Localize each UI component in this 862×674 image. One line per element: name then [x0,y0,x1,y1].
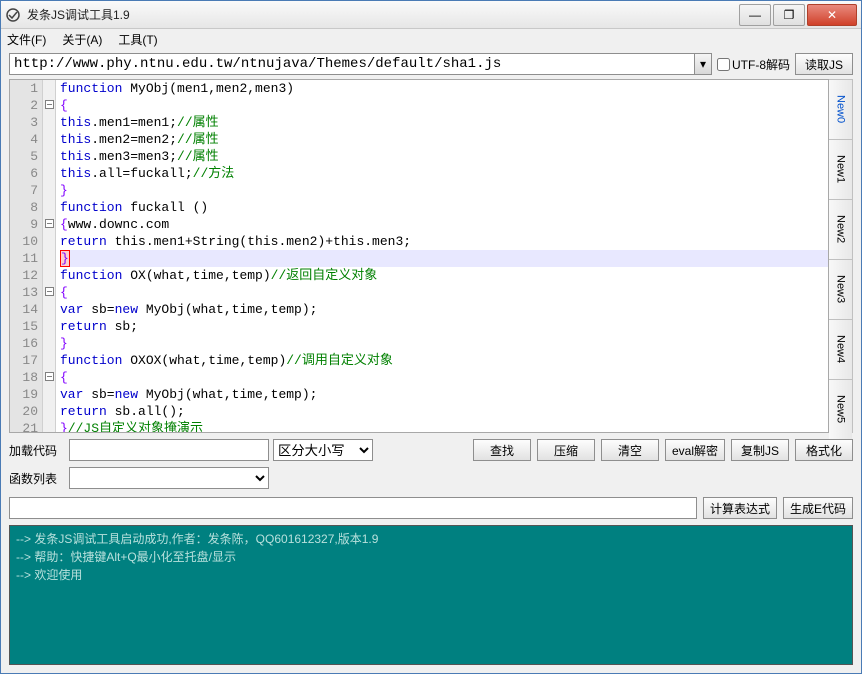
function-list-label: 函数列表 [9,470,65,487]
code-line[interactable]: { [60,369,828,386]
utf8-checkbox-wrap[interactable]: UTF-8解码 [717,56,790,73]
menu-about[interactable]: 关于(A) [62,31,102,48]
line-number: 18 [14,369,38,386]
load-code-label: 加载代码 [9,442,65,459]
code-line[interactable]: function fuckall () [60,199,828,216]
line-number: 10 [14,233,38,250]
side-tab-new1[interactable]: New1 [829,140,852,200]
load-code-input[interactable] [69,439,269,461]
side-tab-new4[interactable]: New4 [829,320,852,380]
line-number: 3 [14,114,38,131]
window-title: 发条JS调试工具1.9 [27,6,739,23]
side-tab-new5[interactable]: New5 [829,380,852,440]
console-line: --> 欢迎使用 [16,566,846,584]
code-line[interactable]: return sb.all(); [60,403,828,420]
line-number: 12 [14,267,38,284]
line-number: 8 [14,199,38,216]
line-number-gutter: 123456789101112131415161718192021 [10,80,42,432]
close-button[interactable]: ✕ [807,4,857,26]
console-line: --> 帮助：快捷键Alt+Q最小化至托盘/显示 [16,548,846,566]
code-line[interactable]: } [60,335,828,352]
code-line[interactable]: var sb=new MyObj(what,time,temp); [60,386,828,403]
utf8-checkbox[interactable] [717,58,730,71]
line-number: 7 [14,182,38,199]
line-number: 4 [14,131,38,148]
code-area[interactable]: function MyObj(men1,men2,men3){this.men1… [56,80,828,432]
line-number: 6 [14,165,38,182]
code-line[interactable]: { [60,284,828,301]
code-line[interactable]: function OX(what,time,temp)//返回自定义对象 [60,267,828,284]
url-dropdown-icon[interactable]: ▾ [694,53,712,75]
code-line[interactable]: this.men1=men1;//属性 [60,114,828,131]
line-number: 11 [14,250,38,267]
menu-tools[interactable]: 工具(T) [118,31,157,48]
code-line[interactable]: } [60,182,828,199]
url-combo[interactable]: ▾ [9,53,712,75]
side-tab-new3[interactable]: New3 [829,260,852,320]
console-line: --> 发条JS调试工具启动成功,作者：发条陈，QQ601612327,版本1.… [16,530,846,548]
line-number: 2 [14,97,38,114]
find-button[interactable]: 查找 [473,439,531,461]
code-line[interactable]: this.all=fuckall;//方法 [60,165,828,182]
line-number: 19 [14,386,38,403]
line-number: 5 [14,148,38,165]
code-line[interactable]: } [60,250,828,267]
console-output: --> 发条JS调试工具启动成功,作者：发条陈，QQ601612327,版本1.… [9,525,853,665]
code-editor[interactable]: 123456789101112131415161718192021 functi… [9,79,829,433]
fold-toggle-icon[interactable] [45,219,54,228]
line-number: 16 [14,335,38,352]
fold-toggle-icon[interactable] [45,287,54,296]
fold-toggle-icon[interactable] [45,372,54,381]
maximize-button[interactable]: ❐ [773,4,805,26]
clear-button[interactable]: 清空 [601,439,659,461]
code-line[interactable]: function MyObj(men1,men2,men3) [60,80,828,97]
side-tab-new0[interactable]: New0 [829,80,852,140]
code-line[interactable]: function OXOX(what,time,temp)//调用自定义对象 [60,352,828,369]
function-list-select[interactable] [69,467,269,489]
line-number: 1 [14,80,38,97]
minimize-button[interactable]: — [739,4,771,26]
utf8-label: UTF-8解码 [732,56,790,73]
line-number: 14 [14,301,38,318]
line-number: 20 [14,403,38,420]
format-button[interactable]: 格式化 [795,439,853,461]
line-number: 17 [14,352,38,369]
copy-js-button[interactable]: 复制JS [731,439,789,461]
code-line[interactable]: { [60,97,828,114]
eval-button[interactable]: eval解密 [665,439,725,461]
code-line[interactable]: this.men2=men2;//属性 [60,131,828,148]
code-line[interactable]: return sb; [60,318,828,335]
fold-toggle-icon[interactable] [45,100,54,109]
menu-file[interactable]: 文件(F) [7,31,46,48]
line-number: 9 [14,216,38,233]
code-line[interactable]: }//JS自定义对象掩演示 [60,420,828,433]
gen-ecode-button[interactable]: 生成E代码 [783,497,853,519]
code-line[interactable]: {www.downc.com [60,216,828,233]
side-tab-new2[interactable]: New2 [829,200,852,260]
code-line[interactable]: var sb=new MyObj(what,time,temp); [60,301,828,318]
case-select[interactable]: 区分大小写 [273,439,373,461]
url-input[interactable] [9,53,694,75]
expression-input[interactable] [9,497,697,519]
code-line[interactable]: this.men3=men3;//属性 [60,148,828,165]
side-tabs: New0New1New2New3New4New5 [829,79,853,433]
fold-column[interactable] [42,80,56,432]
calc-button[interactable]: 计算表达式 [703,497,777,519]
line-number: 21 [14,420,38,433]
menubar: 文件(F) 关于(A) 工具(T) [1,29,861,49]
line-number: 13 [14,284,38,301]
titlebar: 发条JS调试工具1.9 — ❐ ✕ [1,1,861,29]
code-line[interactable]: return this.men1+String(this.men2)+this.… [60,233,828,250]
line-number: 15 [14,318,38,335]
compress-button[interactable]: 压缩 [537,439,595,461]
app-icon [5,7,21,23]
read-js-button[interactable]: 读取JS [795,53,853,75]
